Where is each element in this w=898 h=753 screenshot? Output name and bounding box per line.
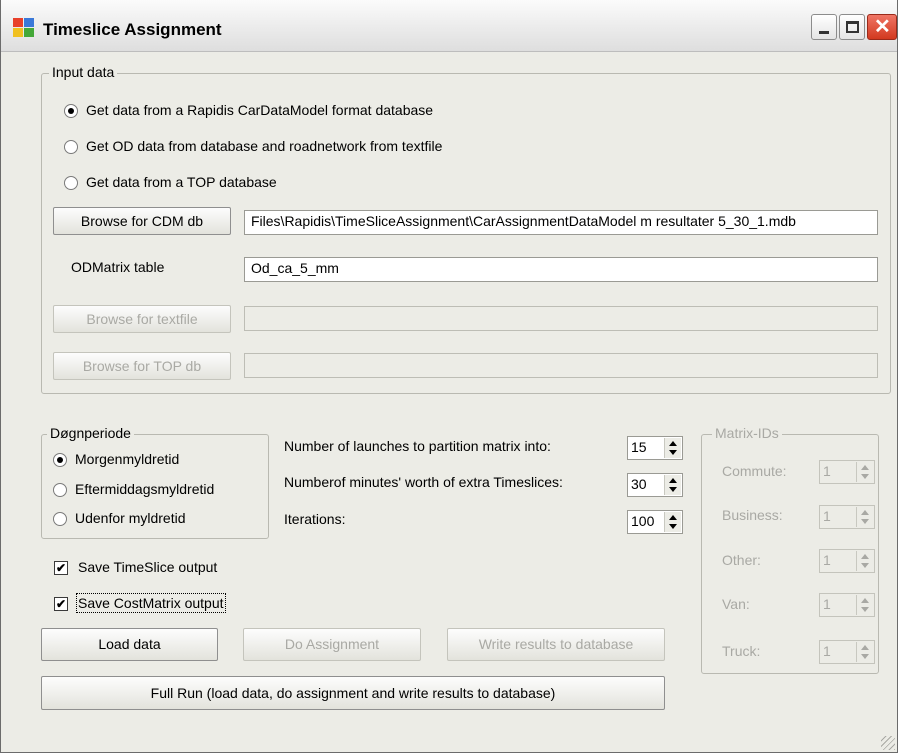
truck-value: 1 [823, 643, 831, 659]
radio-morgen-label: Morgenmyldretid [75, 451, 180, 467]
radio-top-label: Get data from a TOP database [86, 174, 277, 190]
write-results-button[interactable]: Write results to database [447, 628, 665, 661]
matrix-ids-group-label: Matrix-IDs [712, 425, 782, 441]
radio-indicator [64, 140, 78, 154]
minimize-icon [819, 31, 829, 34]
window: Timeslice Assignment ✕ Input data Get da… [0, 0, 898, 753]
van-value: 1 [823, 596, 831, 612]
truck-label: Truck: [722, 643, 761, 659]
spinner-arrows-icon[interactable] [664, 438, 681, 458]
do-assignment-button[interactable]: Do Assignment [243, 628, 421, 661]
full-run-button[interactable]: Full Run (load data, do assignment and w… [41, 676, 665, 710]
radio-od-label: Get OD data from database and roadnetwor… [86, 138, 443, 154]
radio-udenfor-label: Udenfor myldretid [75, 510, 186, 526]
iterations-label: Iterations: [284, 511, 346, 527]
odmatrix-label: ODMatrix table [71, 259, 165, 275]
truck-stepper[interactable]: 1 [819, 640, 875, 664]
launches-value: 15 [631, 439, 647, 455]
spinner-arrows-icon[interactable] [664, 512, 681, 532]
launches-label: Number of launches to partition matrix i… [284, 438, 551, 454]
close-icon: ✕ [874, 16, 891, 38]
save-costmatrix-label: Save CostMatrix output [76, 593, 226, 613]
launches-stepper[interactable]: 15 [627, 436, 683, 460]
maximize-button[interactable] [839, 14, 865, 40]
commute-label: Commute: [722, 463, 787, 479]
commute-stepper[interactable]: 1 [819, 460, 875, 484]
radio-indicator [64, 176, 78, 190]
spinner-arrows-icon[interactable] [664, 475, 681, 495]
checkmark-icon: ✔ [54, 561, 68, 575]
spinner-arrows-icon[interactable] [856, 551, 873, 571]
commute-value: 1 [823, 463, 831, 479]
spinner-arrows-icon[interactable] [856, 507, 873, 527]
browse-top-button[interactable]: Browse for TOP db [53, 352, 231, 380]
other-value: 1 [823, 552, 831, 568]
browse-cdm-button[interactable]: Browse for CDM db [53, 207, 231, 235]
cdm-path-field[interactable]: Files\Rapidis\TimeSliceAssignment\CarAss… [244, 210, 878, 235]
minimize-button[interactable] [811, 14, 837, 40]
radio-eftermiddag-label: Eftermiddagsmyldretid [75, 481, 215, 497]
minutes-value: 30 [631, 476, 647, 492]
business-stepper[interactable]: 1 [819, 505, 875, 529]
browse-textfile-button[interactable]: Browse for textfile [53, 305, 231, 333]
minutes-stepper[interactable]: 30 [627, 473, 683, 497]
radio-cdm-label: Get data from a Rapidis CarDataModel for… [86, 102, 434, 118]
spinner-arrows-icon[interactable] [856, 642, 873, 662]
odmatrix-field[interactable]: Od_ca_5_mm [244, 257, 878, 282]
iterations-stepper[interactable]: 100 [627, 510, 683, 534]
van-stepper[interactable]: 1 [819, 593, 875, 617]
minutes-label: Numberof minutes' worth of extra Timesli… [284, 474, 563, 490]
radio-indicator [53, 453, 67, 467]
other-label: Other: [722, 552, 761, 568]
iterations-value: 100 [631, 513, 655, 529]
business-label: Business: [722, 507, 783, 523]
checkmark-icon: ✔ [54, 597, 68, 611]
app-windows-icon [13, 18, 35, 38]
window-title: Timeslice Assignment [43, 20, 222, 39]
maximize-icon [846, 21, 859, 33]
load-data-button[interactable]: Load data [41, 628, 218, 661]
business-value: 1 [823, 508, 831, 524]
radio-indicator [53, 483, 67, 497]
radio-indicator [64, 104, 78, 118]
input-data-group-label: Input data [49, 64, 118, 80]
dognperiode-group-label: Døgnperiode [47, 425, 134, 441]
textfile-field[interactable] [244, 306, 878, 331]
resize-grip-icon[interactable] [881, 736, 895, 750]
other-stepper[interactable]: 1 [819, 549, 875, 573]
top-field[interactable] [244, 353, 878, 378]
close-button[interactable]: ✕ [867, 14, 897, 40]
radio-indicator [53, 512, 67, 526]
van-label: Van: [722, 596, 750, 612]
spinner-arrows-icon[interactable] [856, 595, 873, 615]
title-bar[interactable]: Timeslice Assignment ✕ [1, 0, 897, 52]
save-timeslice-label: Save TimeSlice output [78, 559, 218, 575]
spinner-arrows-icon[interactable] [856, 462, 873, 482]
